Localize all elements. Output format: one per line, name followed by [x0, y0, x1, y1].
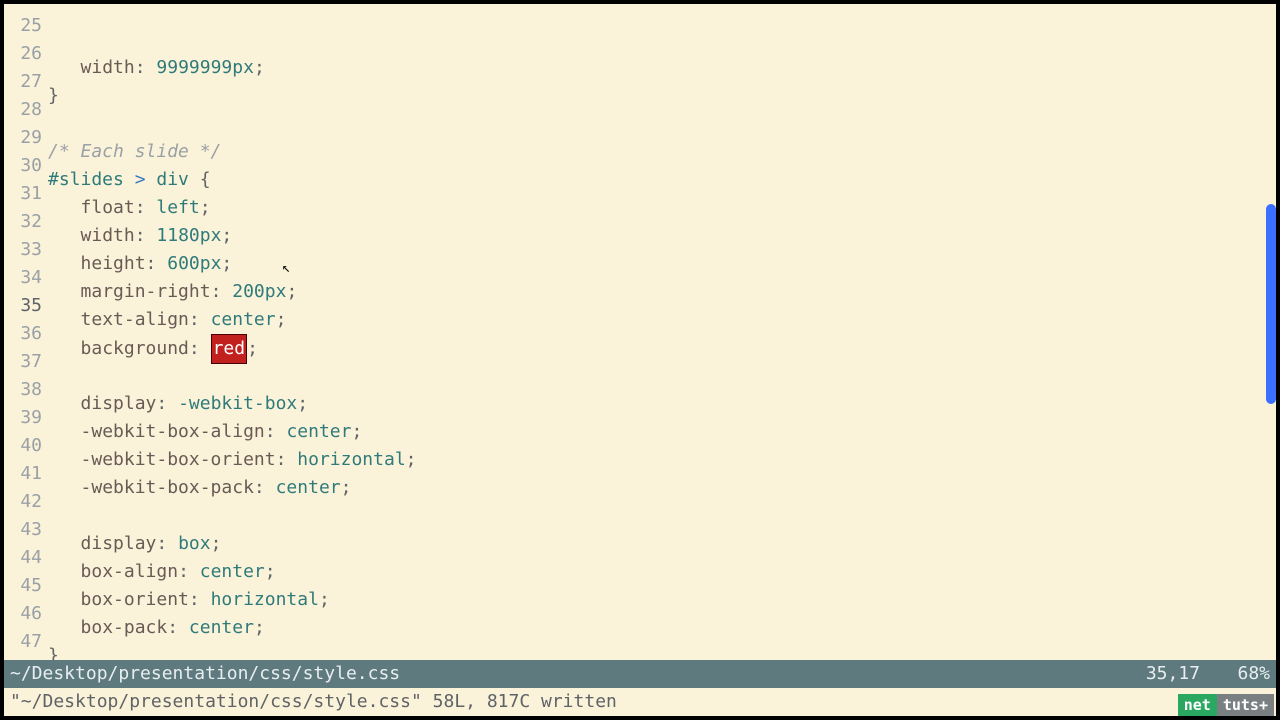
line-number: 38 [4, 376, 48, 404]
message-bar: "~/Desktop/presentation/css/style.css" 5… [4, 688, 1276, 716]
code-line[interactable]: display: -webkit-box; [48, 390, 1276, 418]
code-area[interactable]: 2526272829303132333435363738394041424344… [4, 4, 1276, 660]
line-number: 32 [4, 208, 48, 236]
line-number: 42 [4, 488, 48, 516]
code-line[interactable] [48, 110, 1276, 138]
line-number: 39 [4, 404, 48, 432]
code-content[interactable]: width: 9999999px;} /* Each slide */#slide… [48, 4, 1276, 660]
code-line[interactable]: } [48, 82, 1276, 110]
status-scroll-pct: 68% [1200, 660, 1270, 688]
code-line[interactable]: -webkit-box-pack: center; [48, 474, 1276, 502]
code-line[interactable]: text-align: center; [48, 306, 1276, 334]
code-line[interactable]: } [48, 642, 1276, 660]
line-number: 36 [4, 320, 48, 348]
code-line[interactable]: /* Each slide */ [48, 138, 1276, 166]
visual-selection: red [211, 334, 248, 364]
line-number: 41 [4, 460, 48, 488]
line-number: 46 [4, 600, 48, 628]
editor-window: 2526272829303132333435363738394041424344… [4, 4, 1276, 716]
line-number-gutter: 2526272829303132333435363738394041424344… [4, 4, 48, 660]
status-filepath: ~/Desktop/presentation/css/style.css [10, 660, 1060, 688]
line-number: 45 [4, 572, 48, 600]
line-number: 27 [4, 68, 48, 96]
code-line[interactable]: width: 9999999px; [48, 54, 1276, 82]
scrollbar-thumb[interactable] [1266, 204, 1276, 404]
code-line[interactable]: -webkit-box-align: center; [48, 418, 1276, 446]
line-number: 34 [4, 264, 48, 292]
code-line[interactable] [48, 362, 1276, 390]
watermark-net: net [1178, 694, 1217, 716]
code-line[interactable]: display: box; [48, 530, 1276, 558]
watermark-logo: net tuts+ [1178, 694, 1274, 716]
code-line[interactable]: float: left; [48, 194, 1276, 222]
code-line[interactable] [48, 502, 1276, 530]
line-number: 29 [4, 124, 48, 152]
code-line[interactable]: width: 1180px; [48, 222, 1276, 250]
code-line[interactable]: -webkit-box-orient: horizontal; [48, 446, 1276, 474]
line-number: 47 [4, 628, 48, 656]
line-number: 44 [4, 544, 48, 572]
code-line[interactable]: box-pack: center; [48, 614, 1276, 642]
status-bar: ~/Desktop/presentation/css/style.css 35,… [4, 660, 1276, 688]
watermark-tuts: tuts+ [1217, 694, 1274, 716]
line-number: 40 [4, 432, 48, 460]
line-number: 26 [4, 40, 48, 68]
code-line[interactable]: background: red; [48, 334, 1276, 362]
line-number: 37 [4, 348, 48, 376]
line-number: 30 [4, 152, 48, 180]
line-number: 33 [4, 236, 48, 264]
code-line[interactable]: box-orient: horizontal; [48, 586, 1276, 614]
code-line[interactable]: margin-right: 200px; [48, 278, 1276, 306]
code-line[interactable]: box-align: center; [48, 558, 1276, 586]
code-line[interactable]: height: 600px; [48, 250, 1276, 278]
code-line[interactable]: #slides > div { [48, 166, 1276, 194]
line-number: 25 [4, 12, 48, 40]
status-cursor-pos: 35,17 [1060, 660, 1200, 688]
line-number: 28 [4, 96, 48, 124]
line-number: 35 [4, 292, 48, 320]
line-number: 43 [4, 516, 48, 544]
line-number: 31 [4, 180, 48, 208]
